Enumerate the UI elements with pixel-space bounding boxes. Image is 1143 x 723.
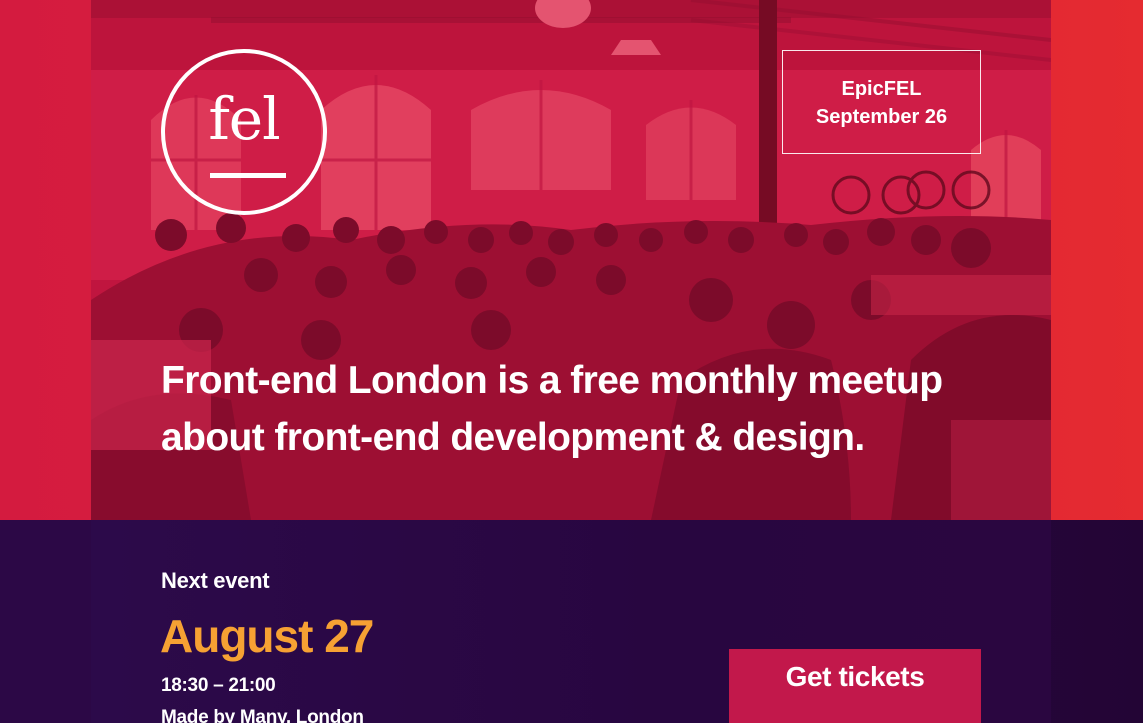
logo-underline — [210, 173, 286, 178]
next-event-venue: Made by Many, London — [161, 707, 364, 723]
special-event-date: September 26 — [815, 106, 948, 128]
get-tickets-button[interactable]: Get tickets — [729, 649, 981, 723]
special-event-link[interactable]: EpicFEL September 26 — [782, 50, 981, 154]
logo-text: fel — [208, 85, 280, 153]
hero-section: fel EpicFEL September 26 Front-end Londo… — [0, 0, 1143, 520]
hero-tagline: Front-end London is a free monthly meetu… — [161, 359, 943, 459]
fel-logo[interactable]: fel — [161, 49, 327, 215]
next-event-label: Next event — [161, 568, 270, 593]
next-event-section: Next event August 27 18:30 – 21:00 Made … — [0, 520, 1143, 723]
next-event-date: August 27 — [160, 610, 374, 662]
special-event-name: EpicFEL — [841, 78, 922, 100]
next-event-time: 18:30 – 21:00 — [161, 675, 276, 696]
get-tickets-label: Get tickets — [785, 661, 925, 692]
page: fel EpicFEL September 26 Front-end Londo… — [0, 0, 1143, 723]
